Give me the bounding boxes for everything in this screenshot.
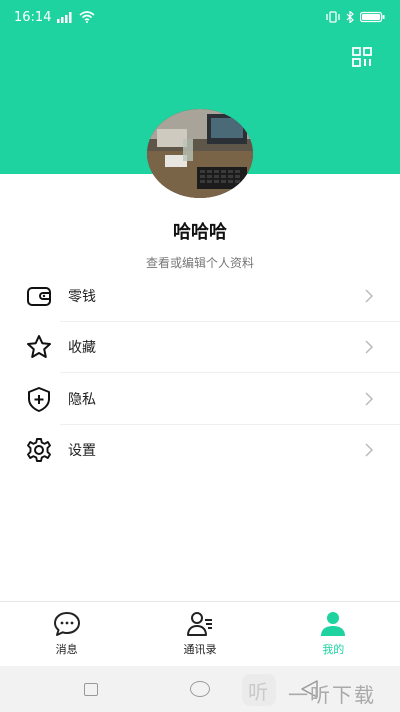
svg-text:听: 听 [248,680,268,704]
settings-menu: 零钱 收藏 隐私 设置 [0,270,400,476]
vibrate-icon [326,11,340,23]
status-right [326,11,386,23]
home-button[interactable] [190,681,210,697]
menu-item-label: 收藏 [68,340,96,357]
recent-apps-button[interactable] [84,683,98,696]
status-time: 16:14 [14,9,52,25]
tab-label: 消息 [55,643,78,656]
menu-item-favorites[interactable]: 收藏 [0,322,400,373]
chevron-right-icon [365,289,374,303]
status-left: 16:14 [14,10,95,25]
tab-messages[interactable]: 消息 [0,602,133,666]
tab-label: 我的 [322,643,345,656]
bluetooth-icon [346,11,354,23]
avatar[interactable] [147,109,253,198]
status-bar: 16:14 [0,0,400,34]
bottom-tab-bar: 消息 通讯录 我的 [0,601,400,666]
tab-contacts[interactable]: 通讯录 [133,602,266,666]
chat-bubble-icon [53,612,80,636]
menu-item-wallet[interactable]: 零钱 [0,270,400,322]
menu-item-privacy[interactable]: 隐私 [0,373,400,425]
battery-icon [360,11,385,23]
person-icon [321,612,346,636]
tab-me[interactable]: 我的 [267,602,400,666]
edit-profile-link[interactable]: 查看或编辑个人资料 [0,254,400,271]
star-icon [27,335,51,359]
contacts-icon [186,612,212,636]
wallet-icon [27,286,51,306]
menu-item-label: 隐私 [68,391,96,408]
qr-code-icon[interactable] [352,47,372,67]
menu-item-label: 设置 [68,443,96,460]
menu-item-settings[interactable]: 设置 [0,425,400,477]
chevron-right-icon [365,443,374,457]
shield-plus-icon [28,386,50,412]
username: 哈哈哈 [173,222,227,243]
signal-icon [57,11,72,23]
avatar-photo [147,109,253,198]
watermark-text: 一听下载 [288,683,376,707]
tab-label: 通讯录 [183,643,217,656]
wifi-icon [79,11,95,23]
gear-icon [27,438,51,463]
chevron-right-icon [365,392,374,406]
chevron-right-icon [365,340,374,354]
menu-item-label: 零钱 [68,288,96,305]
